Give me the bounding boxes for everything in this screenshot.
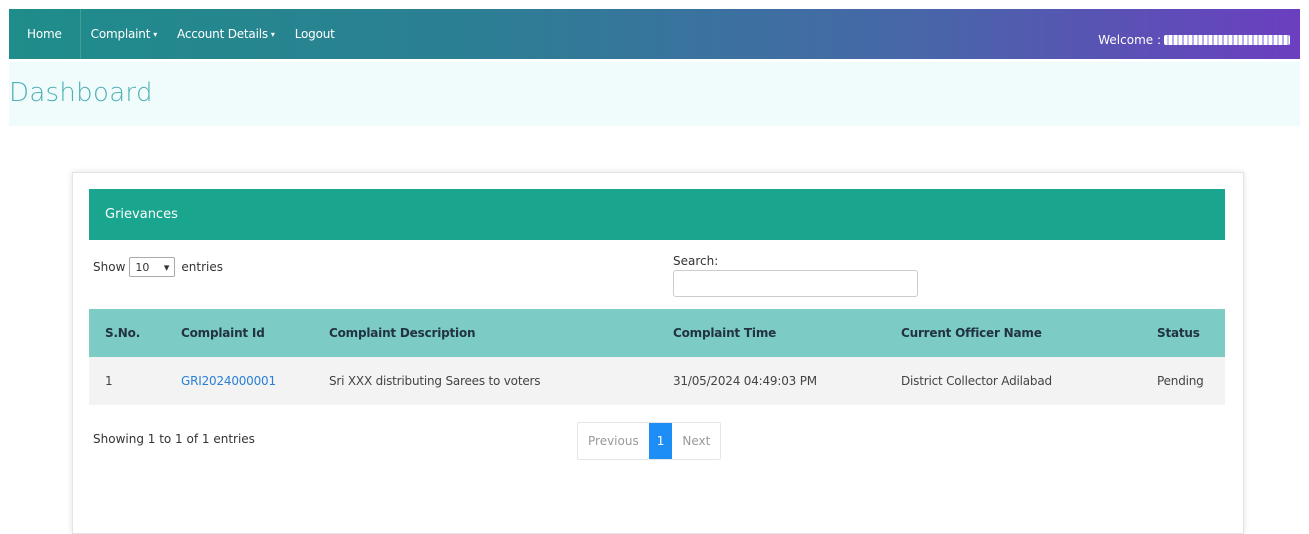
previous-button[interactable]: Previous — [578, 423, 649, 459]
entries-length-control: Show 10 ▾ entries — [93, 257, 223, 277]
pagination: Previous 1 Next — [577, 422, 722, 460]
nav-logout[interactable]: Logout — [285, 9, 345, 59]
grievances-panel: Grievances Show 10 ▾ entries Search: S.N… — [89, 189, 1225, 479]
welcome-message: Welcome : — [1098, 33, 1290, 47]
column-header[interactable]: Complaint Time — [657, 309, 885, 357]
chevron-down-icon: ▾ — [270, 29, 275, 39]
entries-label: entries — [181, 260, 223, 274]
table-row: 1 GRI2024000001 Sri XXX distributing Sar… — [89, 357, 1225, 405]
column-header[interactable]: Current Officer Name — [885, 309, 1141, 357]
show-label: Show — [93, 260, 126, 274]
redacted-username — [1164, 35, 1290, 45]
complaint-id-link[interactable]: GRI2024000001 — [181, 374, 276, 388]
nav-home[interactable]: Home — [9, 9, 81, 59]
chevron-down-icon: ▾ — [163, 260, 170, 274]
chevron-down-icon: ▾ — [153, 29, 158, 39]
page-title: Dashboard — [9, 78, 153, 108]
column-header[interactable]: Complaint Id — [165, 309, 313, 357]
entries-select-value: 10 — [135, 260, 150, 274]
nav-complaint-label: Complaint — [90, 27, 151, 41]
nav-account-label: Account Details — [177, 27, 268, 41]
column-header[interactable]: Status — [1141, 309, 1225, 357]
nav-home-label: Home — [27, 27, 62, 41]
page-1-button[interactable]: 1 — [648, 423, 673, 459]
grievances-table: S.No. Complaint Id Complaint Description… — [89, 309, 1225, 405]
page-title-bar: Dashboard — [9, 62, 1300, 126]
next-button[interactable]: Next — [672, 423, 720, 459]
search-label: Search: — [673, 254, 719, 268]
table-cell: District Collector Adilabad — [885, 357, 1141, 405]
table-cell: 1 — [89, 357, 165, 405]
entries-select[interactable]: 10 ▾ — [129, 257, 176, 277]
table-cell: Sri XXX distributing Sarees to voters — [313, 357, 657, 405]
column-header[interactable]: S.No. — [89, 309, 165, 357]
top-navbar: Home Complaint ▾ Account Details ▾ Logou… — [9, 9, 1300, 59]
table-cell: Pending — [1141, 357, 1225, 405]
search-input[interactable] — [673, 270, 918, 297]
dashboard-card: Grievances Show 10 ▾ entries Search: S.N… — [72, 172, 1244, 534]
panel-heading: Grievances — [89, 189, 1225, 240]
nav-logout-label: Logout — [294, 27, 335, 41]
nav-complaint-dropdown[interactable]: Complaint ▾ — [81, 9, 167, 59]
table-cell: GRI2024000001 — [165, 357, 313, 405]
welcome-label: Welcome : — [1098, 33, 1161, 47]
table-cell: 31/05/2024 04:49:03 PM — [657, 357, 885, 405]
nav-account-details-dropdown[interactable]: Account Details ▾ — [167, 9, 285, 59]
table-info: Showing 1 to 1 of 1 entries — [93, 432, 255, 446]
column-header[interactable]: Complaint Description — [313, 309, 657, 357]
table-header-row: S.No. Complaint Id Complaint Description… — [89, 309, 1225, 357]
